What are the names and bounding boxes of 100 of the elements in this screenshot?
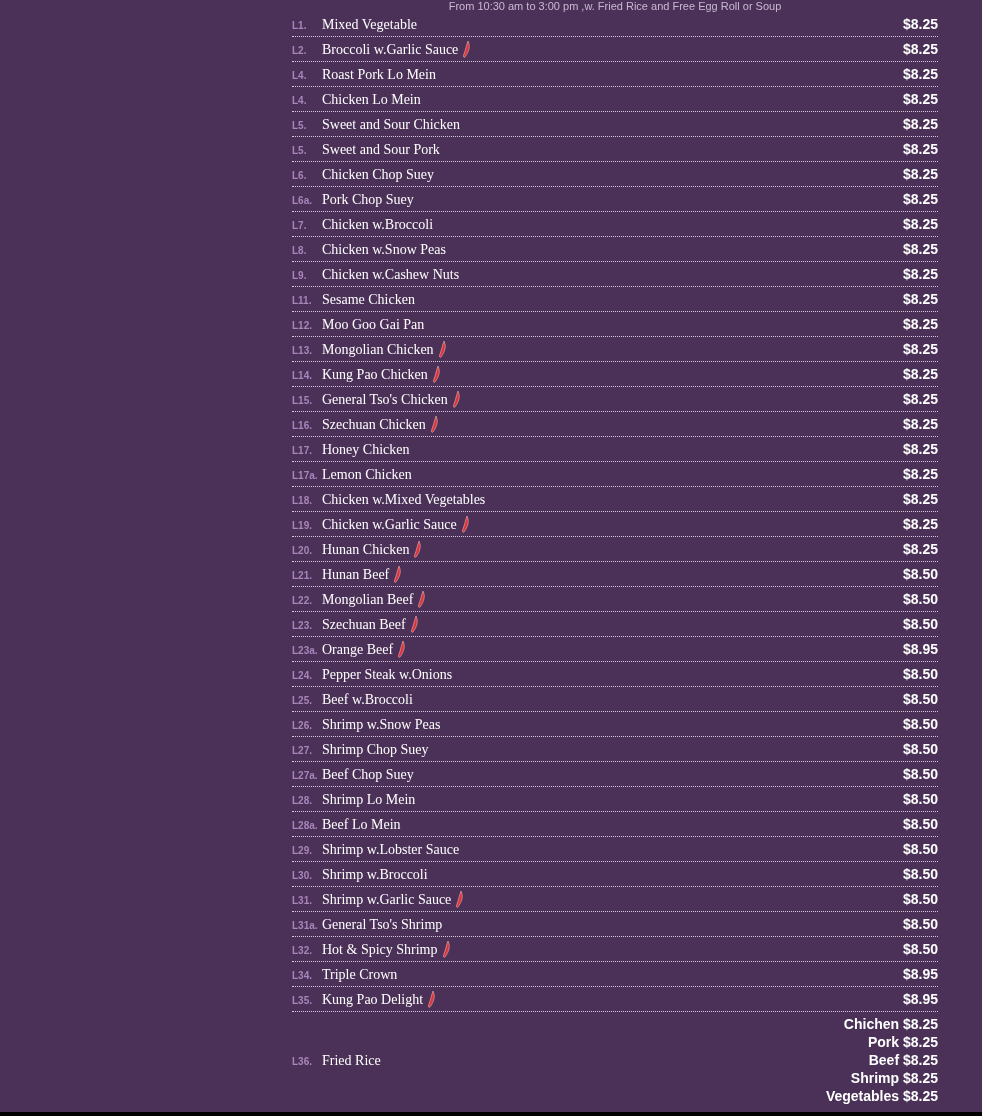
item-name: Chicken w.Cashew Nuts — [322, 265, 460, 284]
item-name: Orange Beef — [322, 640, 394, 659]
item-code: L31. — [292, 893, 313, 908]
item-price: $8.50 — [902, 664, 938, 684]
item-name: Pork Chop Suey — [322, 190, 414, 209]
item-name: Shrimp Lo Mein — [322, 790, 416, 809]
item-price: $8.25 — [902, 464, 938, 484]
item-code: L23a. — [292, 643, 319, 658]
chili-pepper-icon — [460, 515, 470, 533]
option-price: Vegetables $8.25 — [825, 1087, 938, 1105]
item-code: L25. — [292, 693, 313, 708]
item-price: $8.50 — [902, 739, 938, 759]
item-price: $8.50 — [902, 614, 938, 634]
item-name: Hunan Chicken — [322, 540, 410, 559]
item-code: L8. — [292, 243, 308, 258]
item-price: $8.25 — [902, 189, 938, 209]
item-name: Pepper Steak w.Onions — [322, 665, 453, 684]
item-name: Kung Pao Delight — [322, 990, 424, 1009]
item-price: $8.25 — [902, 239, 938, 259]
item-code: L16. — [292, 418, 313, 433]
item-price: $8.50 — [902, 789, 938, 809]
item-price: $8.25 — [902, 164, 938, 184]
item-code: L17. — [292, 443, 313, 458]
item-code: L12. — [292, 318, 313, 333]
item-name: Chicken w.Mixed Vegetables — [322, 490, 486, 509]
item-code: L27. — [292, 743, 313, 758]
item-name: Broccoli w.Garlic Sauce — [322, 40, 459, 59]
item-code: L34. — [292, 968, 313, 983]
item-name: Chicken w.Broccoli — [322, 215, 434, 234]
item-price: $8.25 — [902, 264, 938, 284]
item-name: General Tso's Chicken — [322, 390, 448, 409]
item-price: $8.25 — [902, 389, 938, 409]
item-code: L32. — [292, 943, 313, 958]
item-price: $8.50 — [902, 914, 938, 934]
item-price: $8.25 — [902, 64, 938, 84]
item-code: L20. — [292, 543, 313, 558]
item-price: $8.25 — [902, 39, 938, 59]
item-name: Honey Chicken — [322, 440, 410, 459]
chili-pepper-icon — [431, 365, 441, 383]
item-code: L30. — [292, 868, 313, 883]
item-price: $8.50 — [902, 814, 938, 834]
chili-pepper-icon — [429, 415, 439, 433]
item-name: Moo Goo Gai Pan — [322, 315, 425, 334]
item-name: General Tso's Shrimp — [322, 915, 443, 934]
item-code: L29. — [292, 843, 313, 858]
item-code: L5. — [292, 143, 308, 158]
chili-pepper-icon — [451, 390, 461, 408]
item-name: Chicken Chop Suey — [322, 165, 434, 184]
item-price: $8.25 — [902, 489, 938, 509]
item-price: $8.25 — [902, 114, 938, 134]
chili-pepper-icon — [413, 540, 423, 558]
chili-pepper-icon — [455, 890, 465, 908]
item-code: L17a. — [292, 468, 319, 483]
chili-pepper-icon — [441, 940, 451, 958]
item-code: L19. — [292, 518, 313, 533]
item-code: L13. — [292, 343, 313, 358]
item-price: $8.50 — [902, 714, 938, 734]
item-code: L31a. — [292, 918, 319, 933]
hours-note: From 10:30 am to 3:00 pm ,w. Fried Rice and Free Egg Roll or Soup — [448, 0, 782, 12]
item-price: $8.25 — [902, 214, 938, 234]
chili-pepper-icon — [393, 565, 403, 583]
item-code: L23. — [292, 618, 313, 633]
item-price: $8.25 — [902, 439, 938, 459]
item-code: L22. — [292, 593, 313, 608]
item-name: Sesame Chicken — [322, 290, 415, 309]
item-price: $8.25 — [902, 139, 938, 159]
item-price: $8.25 — [902, 364, 938, 384]
item-code: L24. — [292, 668, 313, 683]
item-code: L6. — [292, 168, 308, 183]
item-name: Beef w.Broccoli — [322, 690, 413, 709]
option-price: Pork $8.25 — [867, 1033, 938, 1051]
item-name: Szechuan Chicken — [322, 415, 426, 434]
option-price: Chichen $8.25 — [843, 1015, 938, 1033]
chili-pepper-icon — [427, 990, 437, 1008]
item-name: Kung Pao Chicken — [322, 365, 428, 384]
item-code: L6a. — [292, 193, 313, 208]
item-price: $8.25 — [902, 289, 938, 309]
option-price: Beef $8.25 — [868, 1051, 938, 1069]
item-name: Hunan Beef — [322, 565, 390, 584]
item-price: $8.95 — [902, 989, 938, 1009]
item-code: L14. — [292, 368, 313, 383]
item-price: $8.25 — [902, 314, 938, 334]
item-name: Sweet and Sour Chicken — [322, 115, 461, 134]
item-price: $8.95 — [902, 964, 938, 984]
item-name: Lemon Chicken — [322, 465, 412, 484]
item-name: Sweet and Sour Pork — [322, 140, 440, 159]
item-code: L18. — [292, 493, 313, 508]
item-code: L5. — [292, 118, 308, 133]
item-name: Beef Lo Mein — [322, 815, 401, 834]
item-price: $8.50 — [902, 564, 938, 584]
item-code: L28. — [292, 793, 313, 808]
item-price: $8.25 — [902, 414, 938, 434]
item-code: L35. — [292, 993, 313, 1008]
item-code: L4. — [292, 93, 308, 108]
item-code: L1. — [292, 18, 308, 33]
item-name: Chicken w.Garlic Sauce — [322, 515, 457, 534]
item-code: L28a. — [292, 818, 319, 833]
item-name: Hot & Spicy Shrimp — [322, 940, 438, 959]
item-price: $8.25 — [902, 539, 938, 559]
item-name: Shrimp w.Garlic Sauce — [322, 890, 452, 909]
